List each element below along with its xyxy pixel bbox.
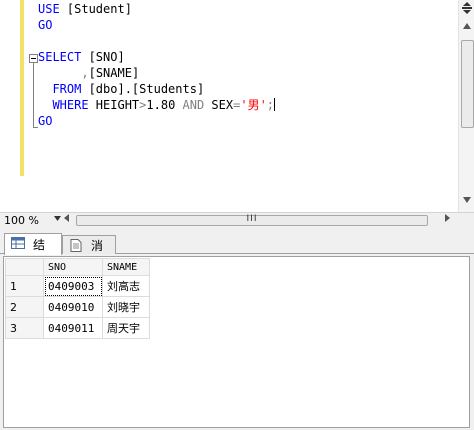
- grid-icon: [11, 237, 25, 249]
- message-document-icon: [69, 239, 83, 252]
- tab-messages[interactable]: 消息: [62, 235, 116, 270]
- query-editor[interactable]: USE [Student] GO SELECT [SNO] ,[SNAME] F…: [0, 0, 474, 212]
- scroll-grip: III: [246, 214, 258, 224]
- code-line-4: SELECT [SNO]: [38, 50, 125, 64]
- text-cursor: [274, 98, 276, 111]
- horizontal-scroll-thumb[interactable]: III: [76, 214, 428, 226]
- scroll-down-icon[interactable]: [460, 194, 474, 208]
- change-tracking-bar: [20, 0, 24, 176]
- cell-sno[interactable]: 0409003: [43, 275, 103, 297]
- code-line-5: ,[SNAME]: [81, 66, 140, 80]
- code-line-1: USE [Student]: [38, 2, 132, 16]
- scroll-up-icon[interactable]: [460, 20, 474, 34]
- code-line-8: GO: [38, 114, 53, 128]
- row-number[interactable]: 2: [5, 296, 44, 318]
- results-panel: 结果 消息 SNO SNAME 1 0409003 刘高志 2 0409010: [0, 230, 474, 430]
- table-row: 3 0409011 周天宇: [5, 317, 150, 339]
- scroll-right-icon[interactable]: [445, 214, 450, 225]
- code-text[interactable]: USE [Student] GO SELECT [SNO] ,[SNAME] F…: [38, 1, 276, 129]
- row-number[interactable]: 1: [5, 275, 44, 297]
- editor-status-row: 100 % III: [0, 212, 474, 230]
- row-number[interactable]: 3: [5, 317, 44, 339]
- results-tab-bar: 结果 消息: [0, 230, 474, 270]
- table-header-row: SNO SNAME: [5, 258, 150, 276]
- code-line-2: GO: [38, 18, 53, 32]
- code-line-7: WHERE HEIGHT>1.80 AND SEX='男';: [52, 98, 276, 112]
- collapse-toggle[interactable]: [29, 54, 38, 63]
- split-icon[interactable]: [460, 2, 474, 16]
- column-header-sname[interactable]: SNAME: [102, 258, 150, 276]
- tab-results[interactable]: 结果: [4, 233, 62, 269]
- column-header-sno[interactable]: SNO: [43, 258, 103, 276]
- cell-sname[interactable]: 刘高志: [102, 275, 150, 297]
- fold-line: [33, 63, 34, 127]
- corner-header[interactable]: [5, 258, 44, 276]
- results-grid[interactable]: SNO SNAME 1 0409003 刘高志 2 0409010 刘晓宇 3 …: [3, 256, 470, 428]
- editor-vertical-scrollbar[interactable]: [458, 0, 474, 212]
- editor-gutter: [0, 0, 18, 178]
- table-row: 1 0409003 刘高志: [5, 275, 150, 297]
- cell-sname[interactable]: 刘晓宇: [102, 296, 150, 318]
- cell-sno[interactable]: 0409010: [43, 296, 103, 318]
- zoom-level[interactable]: 100 %: [4, 214, 39, 227]
- code-line-6: FROM [dbo].[Students]: [52, 82, 205, 96]
- cell-sname[interactable]: 周天宇: [102, 317, 150, 339]
- results-table: SNO SNAME 1 0409003 刘高志 2 0409010 刘晓宇 3 …: [5, 258, 150, 339]
- vertical-scroll-thumb[interactable]: [461, 40, 474, 128]
- table-row: 2 0409010 刘晓宇: [5, 296, 150, 318]
- cell-sno[interactable]: 0409011: [43, 317, 103, 339]
- zoom-dropdown-icon[interactable]: [54, 214, 61, 224]
- scroll-left-icon[interactable]: [64, 214, 69, 225]
